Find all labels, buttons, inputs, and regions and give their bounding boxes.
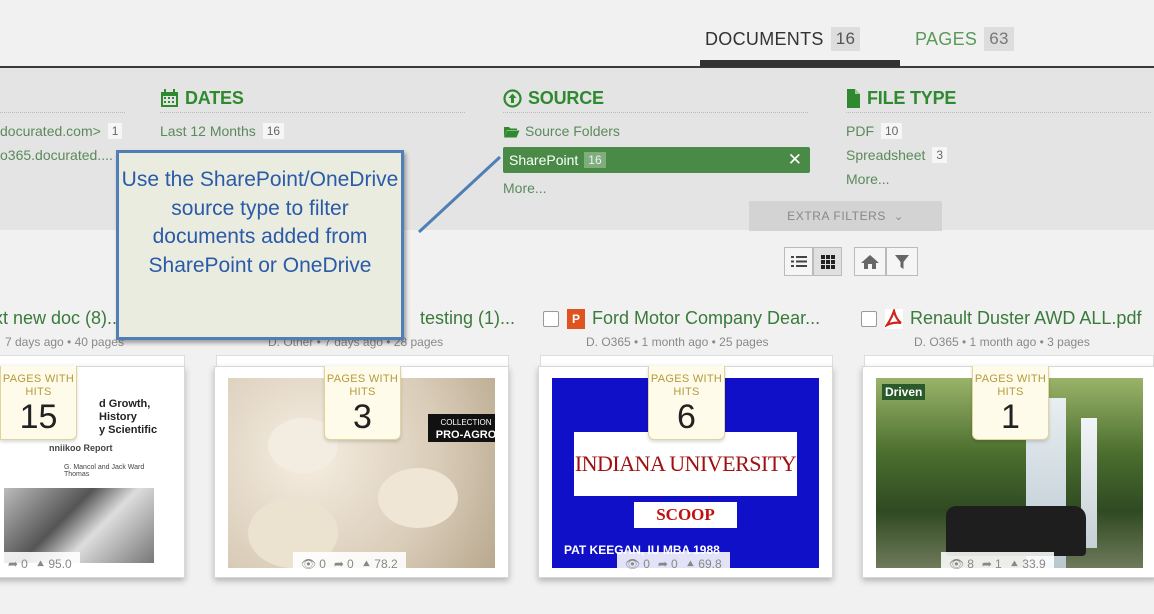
callout-text: Use the SharePoint/OneDrive source type …: [121, 168, 399, 277]
page: DOCUMENTS 16 PAGES 63 docurated.com> 1 o…: [0, 0, 1154, 614]
tutorial-callout: Use the SharePoint/OneDrive source type …: [116, 150, 404, 340]
